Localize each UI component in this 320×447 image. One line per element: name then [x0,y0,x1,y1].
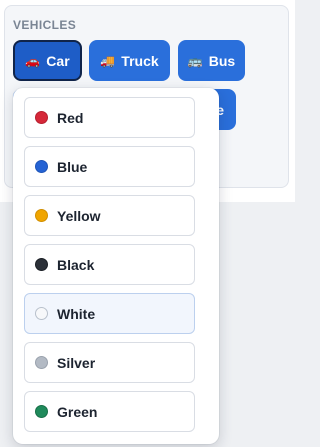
vehicle-label: Car [46,52,70,69]
car-icon: 🚗 [25,53,41,68]
vehicle-button-bus[interactable]: 🚌 Bus [178,40,245,81]
color-option-label: White [57,305,96,322]
color-option-label: Black [57,256,95,273]
bus-icon: 🚌 [187,53,203,68]
color-option-yellow[interactable]: Yellow [24,195,195,236]
color-swatch-icon [35,209,48,222]
color-swatch-icon [35,160,48,173]
color-option-label: Silver [57,354,96,371]
color-option-red[interactable]: Red [24,97,195,138]
color-swatch-icon [35,111,48,124]
color-option-silver[interactable]: Silver [24,342,195,383]
color-swatch-icon [35,258,48,271]
color-option-white[interactable]: White [24,293,195,334]
color-swatch-icon [35,356,48,369]
truck-icon: 🚚 [100,53,116,68]
vehicle-label: Bus [208,52,236,69]
color-option-blue[interactable]: Blue [24,146,195,187]
color-option-black[interactable]: Black [24,244,195,285]
color-option-green[interactable]: Green [24,391,195,432]
color-option-label: Red [57,109,84,126]
vehicle-button-truck[interactable]: 🚚 Truck [89,40,170,81]
section-label: VEHICLES [13,18,77,32]
color-option-label: Yellow [57,207,101,224]
color-option-label: Green [57,403,98,420]
color-option-label: Blue [57,158,88,175]
color-swatch-icon [35,307,48,320]
color-swatch-icon [35,405,48,418]
vehicle-button-car[interactable]: 🚗 Car [13,40,82,81]
vehicle-label: Truck [121,52,159,69]
